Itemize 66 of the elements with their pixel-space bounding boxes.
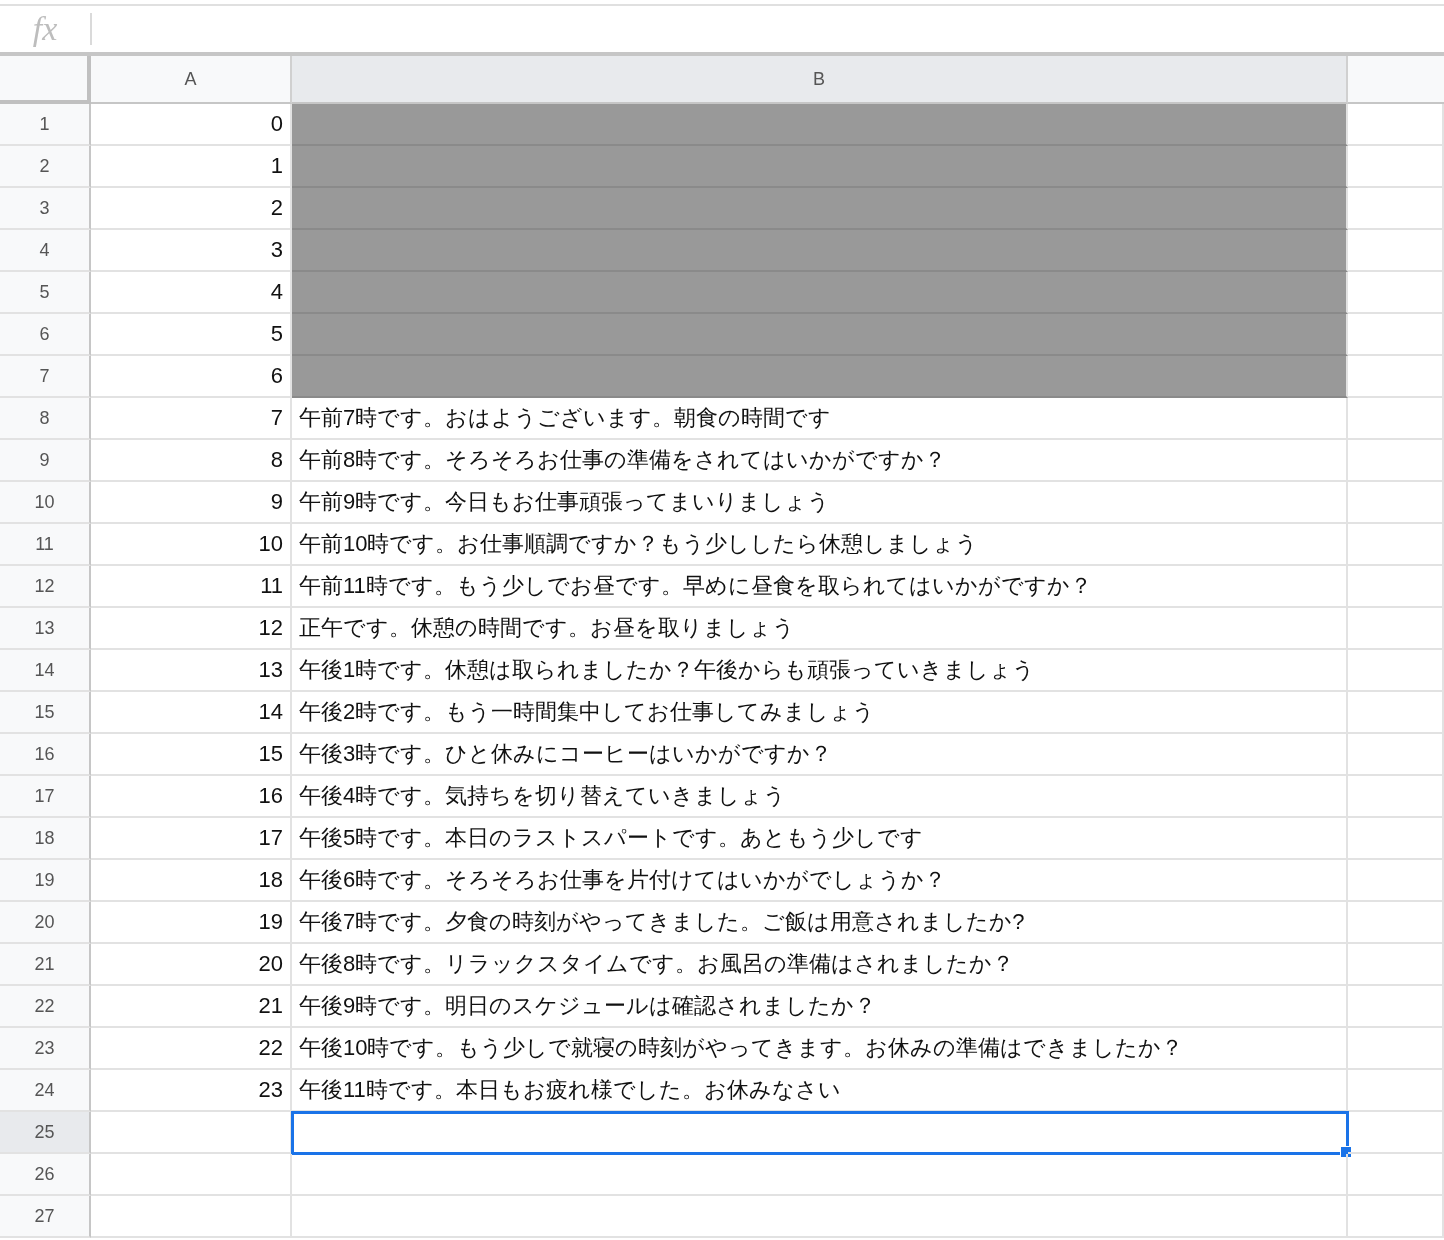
table-cell: 21 bbox=[91, 986, 292, 1028]
table-cell: 7 bbox=[91, 398, 292, 440]
row-header[interactable]: 13 bbox=[0, 608, 91, 650]
table-cell: 19 bbox=[91, 902, 292, 944]
row-header[interactable]: 25 bbox=[0, 1112, 91, 1154]
column-header[interactable]: B bbox=[292, 56, 1348, 104]
row-header[interactable]: 2 bbox=[0, 146, 91, 188]
row-header[interactable]: 14 bbox=[0, 650, 91, 692]
table-cell: 午前9時です。今日もお仕事頑張ってまいりましょう bbox=[292, 482, 1348, 524]
row-header[interactable]: 24 bbox=[0, 1070, 91, 1112]
table-cell: 11 bbox=[91, 566, 292, 608]
table-cell: 午後6時です。そろそろお仕事を片付けてはいかがでしょうか？ bbox=[292, 860, 1348, 902]
column-header[interactable]: A bbox=[91, 56, 292, 104]
table-cell: 午後2時です。もう一時間集中してお仕事してみましょう bbox=[292, 692, 1348, 734]
row-header[interactable]: 1 bbox=[0, 104, 91, 146]
table-cell: 午後7時です。夕食の時刻がやってきました。ご飯は用意されましたか? bbox=[292, 902, 1348, 944]
table-cell: 8 bbox=[91, 440, 292, 482]
table-cell: 午後8時です。リラックスタイムです。お風呂の準備はされましたか？ bbox=[292, 944, 1348, 986]
row-header[interactable]: 15 bbox=[0, 692, 91, 734]
table-cell: 18 bbox=[91, 860, 292, 902]
row-header[interactable]: 22 bbox=[0, 986, 91, 1028]
row-header[interactable]: 3 bbox=[0, 188, 91, 230]
table-cell: 正午です。休憩の時間です。お昼を取りましょう bbox=[292, 608, 1348, 650]
row-header[interactable]: 8 bbox=[0, 398, 91, 440]
row-header[interactable]: 16 bbox=[0, 734, 91, 776]
table-cell: 13 bbox=[91, 650, 292, 692]
table-cell: 午後3時です。ひと休みにコーヒーはいかがですか？ bbox=[292, 734, 1348, 776]
row-header[interactable]: 12 bbox=[0, 566, 91, 608]
table-cell: 14 bbox=[91, 692, 292, 734]
table-cell: 20 bbox=[91, 944, 292, 986]
table-cell: 9 bbox=[91, 482, 292, 524]
row-header[interactable]: 4 bbox=[0, 230, 91, 272]
row-header[interactable]: 19 bbox=[0, 860, 91, 902]
table-cell: 午後9時です。明日のスケジュールは確認されましたか？ bbox=[292, 986, 1348, 1028]
table-cell: 午後5時です。本日のラストスパートです。あともう少しです bbox=[292, 818, 1348, 860]
table-cell: 午後1時です。休憩は取られましたか？午後からも頑張っていきましょう bbox=[292, 650, 1348, 692]
row-header[interactable]: 21 bbox=[0, 944, 91, 986]
row-header[interactable]: 17 bbox=[0, 776, 91, 818]
table-cell: 23 bbox=[91, 1070, 292, 1112]
function-label: fx bbox=[31, 10, 59, 48]
table-cell: 17 bbox=[91, 818, 292, 860]
row-header[interactable]: 18 bbox=[0, 818, 91, 860]
select-all-corner[interactable] bbox=[0, 56, 91, 104]
row-header[interactable]: 10 bbox=[0, 482, 91, 524]
table-cell: 午後10時です。もう少しで就寝の時刻がやってきます。お休みの準備はできましたか？ bbox=[292, 1028, 1348, 1070]
table-cell: 10 bbox=[91, 524, 292, 566]
row-header[interactable]: 23 bbox=[0, 1028, 91, 1070]
table-cell: 16 bbox=[91, 776, 292, 818]
row-header[interactable]: 27 bbox=[0, 1196, 91, 1238]
table-cell: 午後4時です。気持ちを切り替えていきましょう bbox=[292, 776, 1348, 818]
table-cell: 午後11時です。本日もお疲れ様でした。お休みなさい bbox=[292, 1070, 1348, 1112]
table-cell: 午前11時です。もう少しでお昼です。早めに昼食を取られてはいかがですか？ bbox=[292, 566, 1348, 608]
row-header[interactable]: 26 bbox=[0, 1154, 91, 1196]
table-cell: 午前7時です。おはようございます。朝食の時間です bbox=[292, 398, 1348, 440]
row-header[interactable]: 11 bbox=[0, 524, 91, 566]
table-cell: 15 bbox=[91, 734, 292, 776]
row-header[interactable]: 6 bbox=[0, 314, 91, 356]
table-cell: 午前10時です。お仕事順調ですか？もう少ししたら休憩しましょう bbox=[292, 524, 1348, 566]
table-cell: 12 bbox=[91, 608, 292, 650]
row-header[interactable]: 9 bbox=[0, 440, 91, 482]
row-header[interactable]: 20 bbox=[0, 902, 91, 944]
row-header[interactable]: 5 bbox=[0, 272, 91, 314]
table-cell: 22 bbox=[91, 1028, 292, 1070]
table-cell: 午前8時です。そろそろお仕事の準備をされてはいかがですか？ bbox=[292, 440, 1348, 482]
column-header[interactable] bbox=[1348, 56, 1444, 104]
row-header[interactable]: 7 bbox=[0, 356, 91, 398]
